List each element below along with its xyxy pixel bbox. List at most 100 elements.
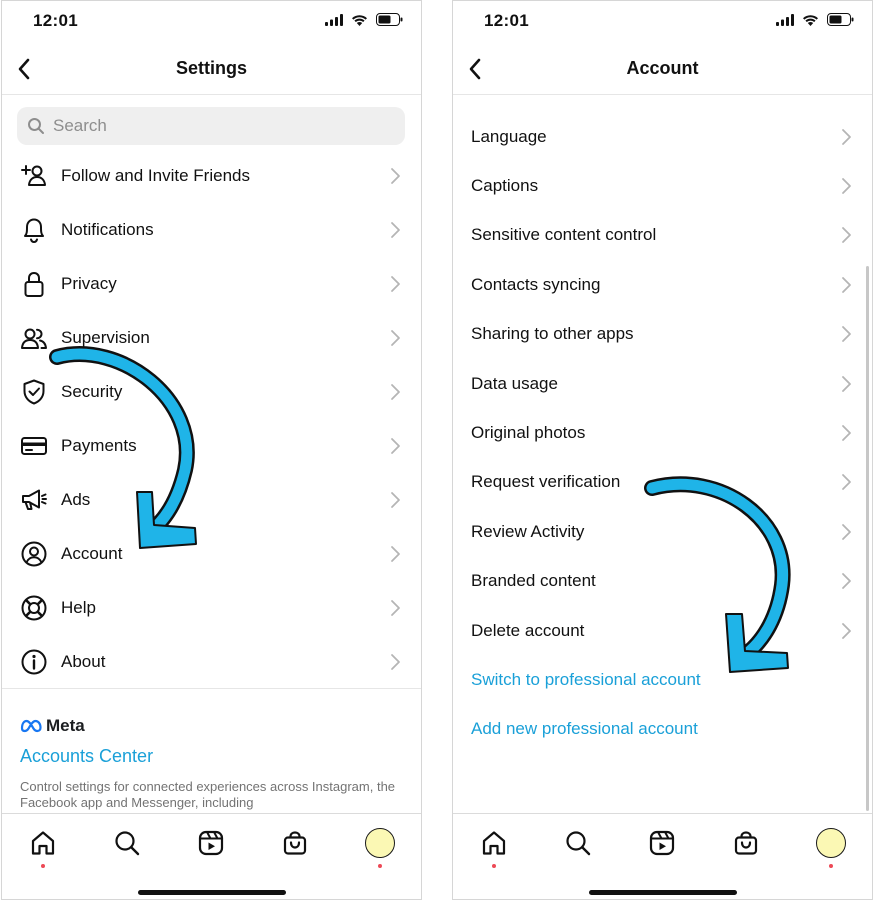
home-indicator [588,890,737,895]
menu-label: Contacts syncing [471,274,601,294]
menu-item-branded-content[interactable]: Branded content [453,557,872,606]
search-bar[interactable] [17,107,405,145]
wifi-icon [352,14,367,26]
tab-reels[interactable] [645,826,679,860]
menu-label: Security [61,382,123,401]
menu-item-language[interactable]: Language [453,112,872,161]
menu-item-review-activity[interactable]: Review Activity [453,507,872,556]
notification-dot [492,864,496,868]
settings-menu: Follow and Invite Friends Notifications … [2,149,421,689]
chevron-right-icon [391,222,400,238]
shop-icon [734,831,758,855]
chevron-right-icon [842,227,851,244]
lock-icon [19,269,49,299]
chevron-right-icon [842,573,851,590]
shield-check-icon [19,377,49,407]
tab-shop[interactable] [729,826,763,860]
tab-profile[interactable] [363,826,397,868]
lifebuoy-icon [19,593,49,623]
chevron-right-icon [391,330,400,346]
battery-icon [827,13,854,26]
chevron-right-icon [842,178,851,194]
menu-item-original-photos[interactable]: Original photos [453,408,872,457]
chevron-right-icon [391,492,400,508]
link-label: Add new professional account [471,719,698,739]
chevron-right-icon [391,276,400,292]
menu-label: Notifications [61,220,154,239]
reels-icon [198,830,224,856]
menu-label: Review Activity [471,521,585,541]
menu-item-sensitive-content[interactable]: Sensitive content control [453,211,872,260]
menu-label: Captions [471,176,539,196]
signal-icon [325,13,343,26]
wifi-icon [803,14,818,26]
tab-search[interactable] [561,826,595,860]
chevron-right-icon [842,375,851,392]
menu-item-follow-invite[interactable]: Follow and Invite Friends [2,149,421,203]
tab-home[interactable] [477,826,511,868]
menu-label: Language [471,126,547,146]
meta-infinity-icon [20,719,42,733]
menu-label: Help [61,598,96,617]
chevron-right-icon [391,438,400,454]
reels-icon [649,830,675,856]
chevron-right-icon [842,474,851,491]
menu-item-supervision[interactable]: Supervision [2,311,421,365]
menu-item-request-verification[interactable]: Request verification [453,458,872,507]
card-icon [19,431,49,461]
menu-item-delete-account[interactable]: Delete account [453,606,872,655]
menu-label: Supervision [61,328,150,347]
shop-icon [283,831,307,855]
home-icon [482,831,506,855]
chevron-right-icon [842,276,851,293]
menu-item-ads[interactable]: Ads [2,473,421,527]
menu-item-payments[interactable]: Payments [2,419,421,473]
profile-avatar [365,828,395,858]
account-screen: 12:01 Account Language Captions Sensitiv… [452,0,873,900]
tab-shop[interactable] [278,826,312,860]
accounts-center-link[interactable]: Accounts Center [20,746,401,767]
menu-item-captions[interactable]: Captions [453,161,872,210]
nav-header: Account [453,43,872,95]
menu-item-security[interactable]: Security [2,365,421,419]
menu-label: About [61,652,106,671]
menu-item-notifications[interactable]: Notifications [2,203,421,257]
chevron-right-icon [391,168,400,184]
notification-dot [378,864,382,868]
search-icon [566,831,591,856]
status-bar: 12:01 [453,1,872,43]
profile-avatar [816,828,846,858]
tab-profile[interactable] [814,826,848,868]
home-indicator [137,890,286,895]
search-icon [28,118,44,134]
status-bar: 12:01 [2,1,421,43]
menu-item-about[interactable]: About [2,635,421,689]
status-icons [325,13,403,26]
tab-reels[interactable] [194,826,228,860]
info-icon [19,647,49,677]
user-circle-icon [19,539,49,569]
menu-label: Sharing to other apps [471,324,634,344]
search-input[interactable] [53,116,353,136]
menu-item-help[interactable]: Help [2,581,421,635]
chevron-right-icon [842,128,851,145]
meta-logo-text: Meta [46,716,85,735]
nav-header: Settings [2,43,421,95]
meta-section: Meta Accounts Center Control settings fo… [20,716,401,811]
tab-home[interactable] [26,826,60,868]
switch-to-professional-link[interactable]: Switch to professional account [453,655,872,704]
menu-item-data-usage[interactable]: Data usage [453,359,872,408]
menu-item-contacts-syncing[interactable]: Contacts syncing [453,260,872,309]
add-professional-account-link[interactable]: Add new professional account [453,705,872,754]
menu-item-account[interactable]: Account [2,527,421,581]
menu-item-sharing[interactable]: Sharing to other apps [453,310,872,359]
chevron-right-icon [842,425,851,441]
menu-label: Delete account [471,620,585,640]
status-icons [776,13,854,26]
menu-label: Sensitive content control [471,225,657,245]
scrollbar[interactable] [866,266,869,811]
menu-label: Payments [61,436,137,455]
menu-item-privacy[interactable]: Privacy [2,257,421,311]
tab-search[interactable] [110,826,144,860]
bottom-tab-bar [2,813,421,899]
